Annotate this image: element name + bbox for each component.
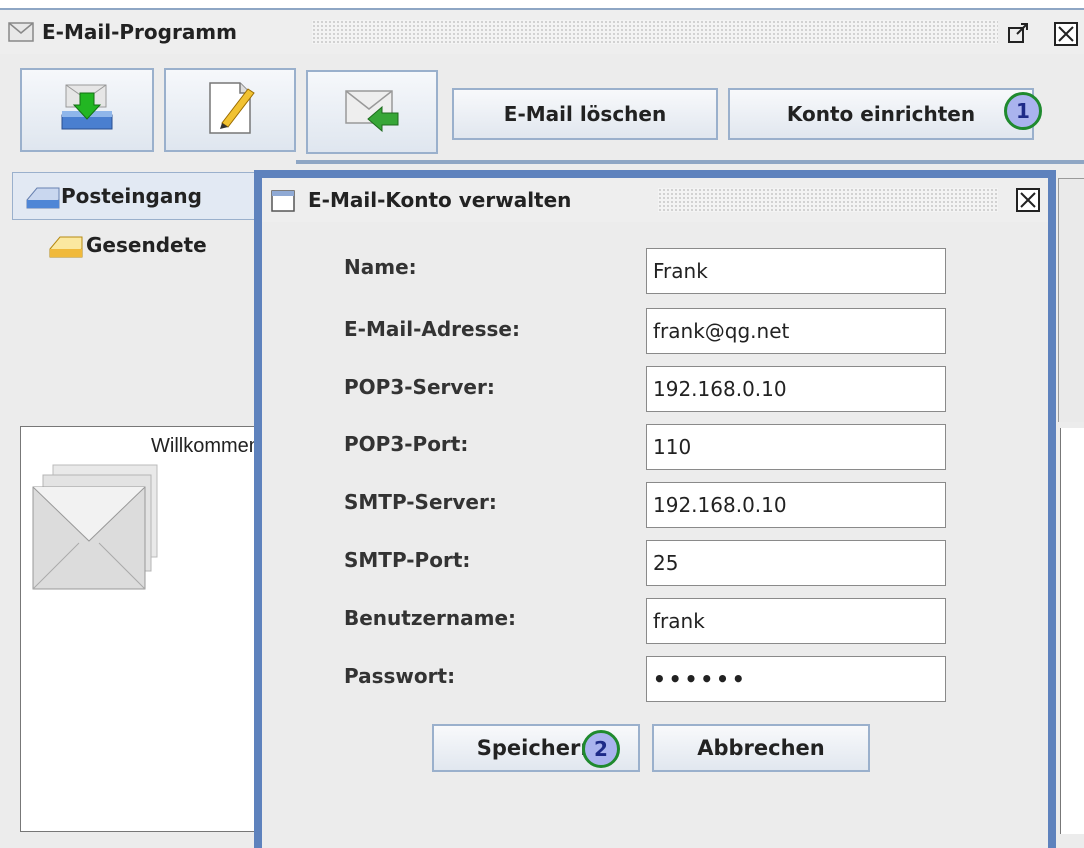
step-badge-2: 2 <box>582 730 620 768</box>
tab-inbox[interactable]: Posteingang <box>12 172 262 220</box>
dialog-close-icon[interactable] <box>1014 186 1042 214</box>
main-titlebar: E-Mail-Programm <box>0 10 1084 54</box>
delete-mail-button[interactable]: E-Mail löschen <box>452 88 718 140</box>
dialog-drag-area[interactable] <box>658 188 998 212</box>
compose-mail-button[interactable] <box>164 68 296 152</box>
tab-sent[interactable]: Gesendete <box>36 222 262 268</box>
field-label-pop3-port: POP3-Port: <box>344 432 469 456</box>
main-right-panel <box>1060 428 1084 834</box>
password-input[interactable]: •••••• <box>646 656 946 702</box>
field-label-smtp-server: SMTP-Server: <box>344 490 497 514</box>
receive-mail-button[interactable] <box>20 68 154 152</box>
field-label-password: Passwort: <box>344 664 456 688</box>
field-label-username: Benutzername: <box>344 606 517 630</box>
tab-content-frame <box>1058 178 1084 422</box>
window-title: E-Mail-Programm <box>42 20 237 44</box>
tab-area-frame <box>296 160 1084 164</box>
account-dialog: E-Mail-Konto verwalten Name: Frank E-Mai… <box>254 170 1056 848</box>
mail-window-icon <box>8 20 34 44</box>
reply-mail-icon <box>342 85 402 139</box>
smtp-port-input[interactable]: 25 <box>646 540 946 586</box>
pop3-port-input[interactable]: 110 <box>646 424 946 470</box>
username-input[interactable]: frank <box>646 598 946 644</box>
smtp-server-input[interactable]: 192.168.0.10 <box>646 482 946 528</box>
dialog-window-icon <box>270 188 296 214</box>
dialog-title: E-Mail-Konto verwalten <box>308 188 572 212</box>
compose-mail-icon <box>200 79 260 141</box>
envelope-stack-icon <box>25 457 161 593</box>
name-input[interactable]: Frank <box>646 248 946 294</box>
tab-inbox-label: Posteingang <box>61 184 202 208</box>
email-input[interactable]: frank@qg.net <box>646 308 946 354</box>
cancel-button[interactable]: Abbrechen <box>652 724 870 772</box>
dialog-titlebar: E-Mail-Konto verwalten <box>262 178 1048 222</box>
receive-mail-icon <box>58 81 116 139</box>
welcome-panel: Willkommen <box>20 426 260 832</box>
pop3-server-input[interactable]: 192.168.0.10 <box>646 366 946 412</box>
field-label-name: Name: <box>344 255 417 279</box>
close-icon[interactable] <box>1052 20 1080 48</box>
titlebar-drag-area[interactable] <box>312 20 998 44</box>
field-label-smtp-port: SMTP-Port: <box>344 548 471 572</box>
field-label-pop3-server: POP3-Server: <box>344 375 495 399</box>
reply-mail-button[interactable] <box>306 70 438 154</box>
tab-sent-label: Gesendete <box>86 233 207 257</box>
field-label-email: E-Mail-Adresse: <box>344 317 520 341</box>
step-badge-1: 1 <box>1004 92 1042 130</box>
welcome-text: Willkommen <box>151 435 260 457</box>
sent-icon <box>46 229 86 261</box>
account-setup-button[interactable]: Konto einrichten <box>728 88 1034 140</box>
maximize-icon[interactable] <box>1006 20 1032 46</box>
inbox-icon <box>23 180 61 212</box>
